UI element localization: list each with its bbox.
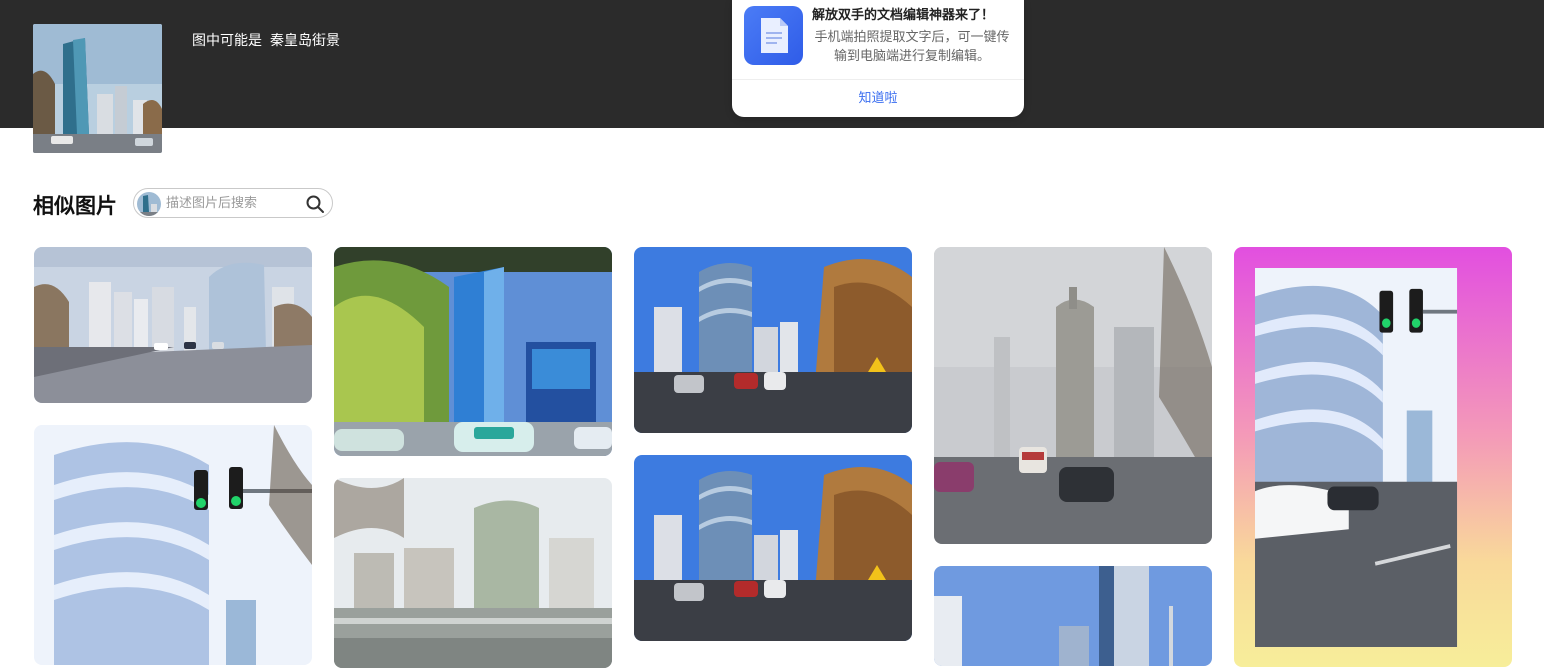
similar-image (334, 478, 612, 668)
search-image-thumbnail (137, 192, 161, 216)
similar-images-title: 相似图片 (33, 194, 117, 218)
similar-image-card[interactable] (934, 247, 1212, 544)
feature-tip-popup: 解放双手的文档编辑神器来了！ 手机端拍照提取文字后，可一键传输到电脑端进行复制编… (732, 0, 1024, 117)
tip-title: 解放双手的文档编辑神器来了！ (812, 8, 995, 23)
similar-image (34, 247, 312, 403)
similar-image-card[interactable] (634, 455, 912, 641)
recognition-keyword-link[interactable]: 秦皇岛街景 (270, 33, 340, 49)
image-description-input[interactable] (166, 193, 296, 213)
similar-image (934, 247, 1212, 544)
similar-image-card[interactable] (1234, 247, 1512, 667)
tip-description: 手机端拍照提取文字后，可一键传输到电脑端进行复制编辑。 (814, 30, 1010, 64)
query-image-thumbnail[interactable] (33, 24, 162, 153)
similar-image-card[interactable] (34, 247, 312, 403)
similar-image-card[interactable] (34, 425, 312, 665)
similar-image (634, 455, 912, 641)
similar-image (1255, 268, 1458, 648)
document-icon (744, 6, 803, 65)
similar-image-card[interactable] (334, 247, 612, 456)
search-icon[interactable] (304, 193, 326, 215)
image-search-box (133, 188, 333, 218)
similar-image-card[interactable] (634, 247, 912, 433)
similar-image-card[interactable] (934, 566, 1212, 666)
recognition-prefix: 图中可能是 (192, 33, 262, 49)
query-image (33, 24, 162, 153)
got-it-button[interactable]: 知道啦 (732, 80, 1024, 117)
similar-image (934, 566, 1212, 666)
similar-image (634, 247, 912, 433)
similar-image-card[interactable] (334, 478, 612, 668)
similar-image (334, 247, 612, 456)
recognition-result: 图中可能是 秦皇岛街景 (192, 30, 340, 50)
similar-image (34, 425, 312, 665)
